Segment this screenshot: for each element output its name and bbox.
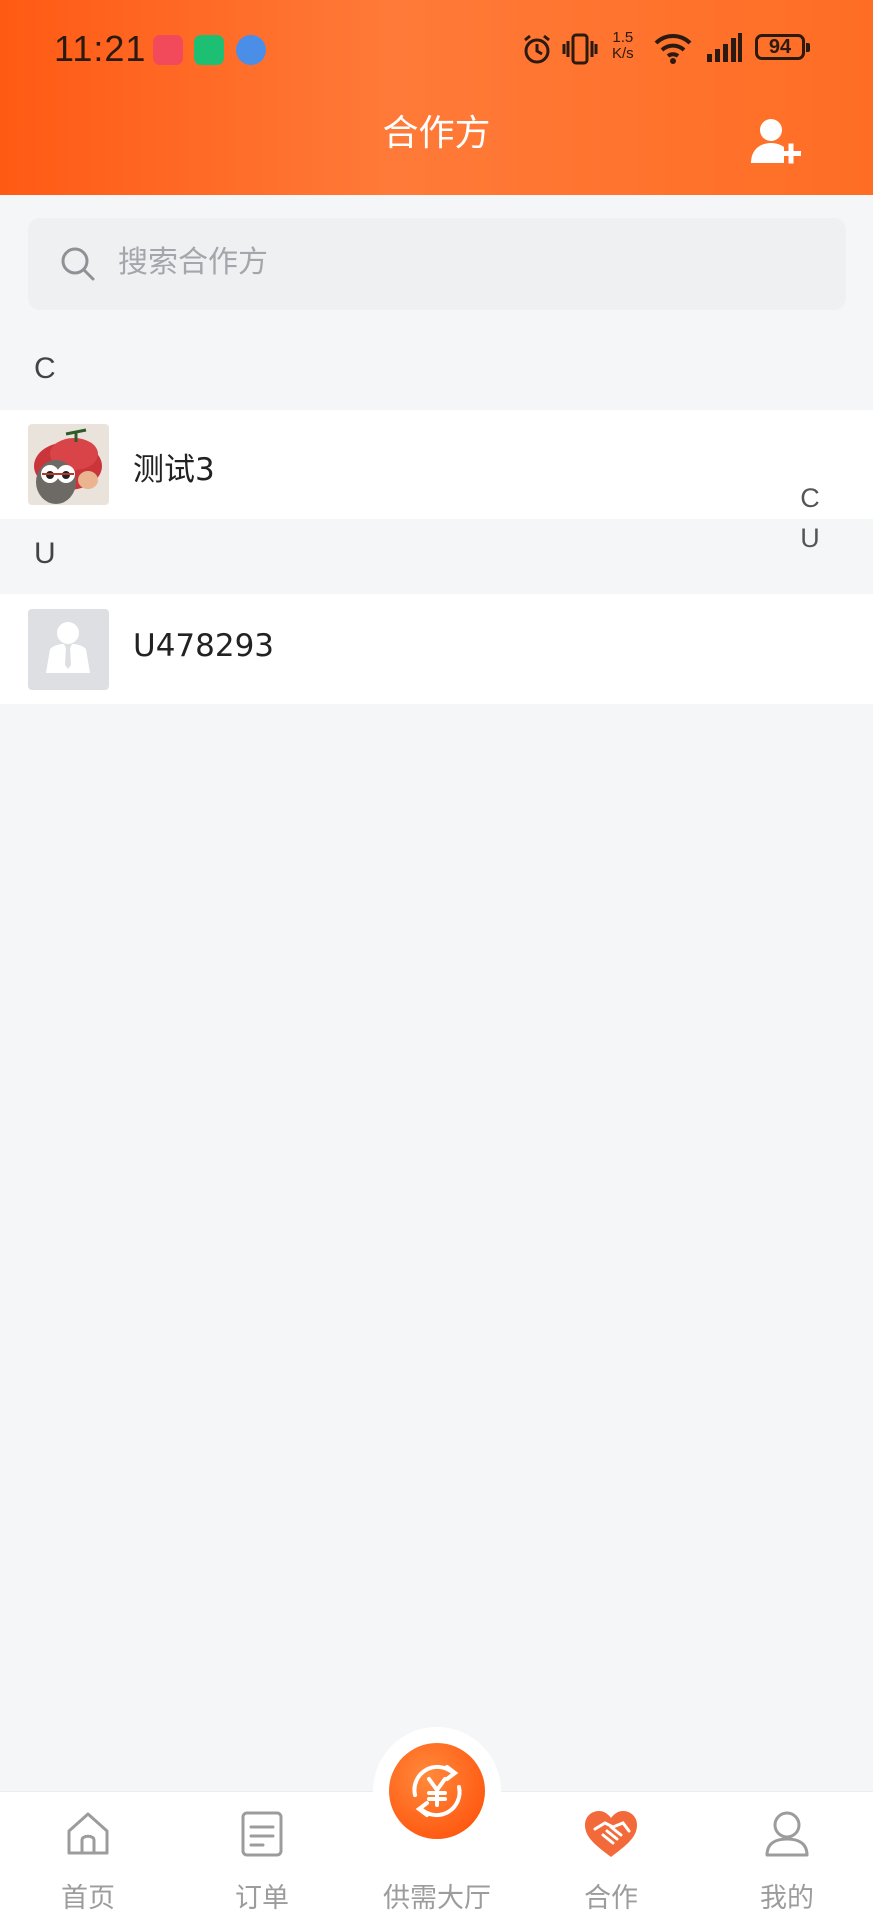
alarm-icon: [524, 34, 550, 64]
handshake-heart-icon: [585, 1811, 637, 1857]
alphabet-index-bar[interactable]: C U: [795, 478, 825, 558]
tab-orders-label: 订单: [235, 1883, 289, 1914]
partner-item-ceshi3[interactable]: 测试3: [0, 410, 873, 519]
section-header-u: U: [34, 537, 56, 570]
search-bar[interactable]: 搜索合作方: [28, 218, 846, 310]
signal-icon: [707, 33, 742, 62]
net-speed-value: 1.5: [612, 29, 634, 46]
tab-home-label: 首页: [61, 1883, 115, 1914]
yuan-exchange-icon: [412, 1764, 462, 1818]
huawei-app-icon: [153, 35, 183, 65]
partner-item-u478293[interactable]: U478293: [0, 594, 873, 704]
index-letter-c[interactable]: C: [795, 478, 825, 518]
user-icon: [765, 1811, 809, 1857]
order-icon: [241, 1811, 283, 1857]
marketplace-center-button[interactable]: [389, 1743, 485, 1839]
tab-orders[interactable]: 订单: [187, 1792, 337, 1921]
partner-avatar: [28, 424, 109, 505]
home-icon: [67, 1812, 109, 1855]
page-title: 合作方: [382, 113, 491, 154]
battery-indicator: 94: [755, 34, 810, 60]
tab-profile[interactable]: 我的: [712, 1792, 862, 1921]
section-header-c: C: [34, 352, 56, 385]
status-bar: 11:21 1.5 K/s 94: [0, 0, 873, 100]
vibrate-icon: [562, 33, 598, 65]
partner-name: 测试3: [133, 452, 215, 488]
tab-cooperation[interactable]: 合作: [536, 1792, 686, 1921]
mi-app-icon: [194, 35, 224, 65]
search-icon: [61, 247, 95, 281]
search-input-placeholder[interactable]: 搜索合作方: [118, 240, 268, 286]
default-avatar-icon: [28, 609, 109, 690]
status-time: 11:21: [54, 28, 147, 69]
network-speed: 1.5 K/s: [612, 30, 634, 62]
tab-home[interactable]: 首页: [13, 1792, 163, 1921]
header-bar: 11:21 1.5 K/s 94 合作方: [0, 0, 873, 195]
tab-cooperation-label: 合作: [584, 1883, 638, 1914]
add-user-icon[interactable]: [747, 115, 803, 171]
tab-profile-label: 我的: [760, 1883, 814, 1914]
wifi-icon: [654, 33, 692, 64]
net-speed-unit: K/s: [612, 45, 634, 62]
tab-marketplace-label: 供需大厅: [383, 1883, 491, 1914]
index-letter-u[interactable]: U: [795, 518, 825, 558]
app-notification-icon: [236, 35, 266, 65]
partner-name: U478293: [133, 628, 275, 664]
